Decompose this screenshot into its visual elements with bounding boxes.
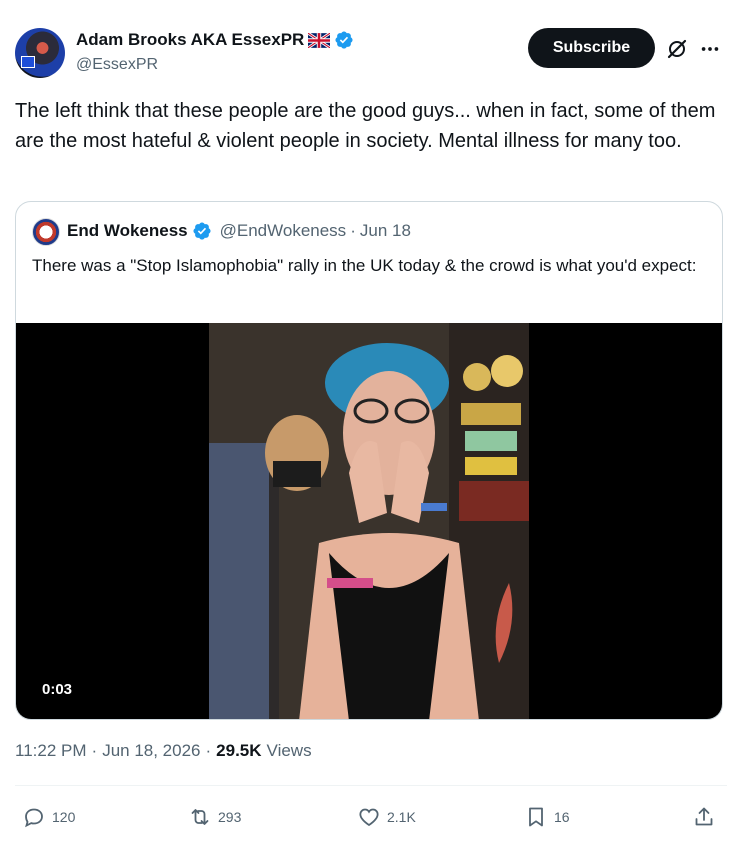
- author-name-row: Adam Brooks AKA EssexPR: [76, 30, 354, 50]
- tweet-meta: 11:22 PM · Jun 18, 2026 · 29.5K Views: [15, 741, 312, 761]
- author-avatar[interactable]: [15, 28, 65, 78]
- bookmark-button[interactable]: 16: [524, 800, 570, 834]
- views-count: 29.5K: [216, 741, 262, 760]
- like-button[interactable]: 2.1K: [357, 800, 416, 834]
- video-duration: 0:03: [32, 677, 83, 703]
- grok-icon[interactable]: [665, 37, 689, 61]
- quote-separator: ·: [350, 221, 356, 240]
- reply-count: 120: [52, 809, 76, 825]
- quote-display-name[interactable]: End Wokeness: [67, 221, 188, 241]
- author-handle[interactable]: @EssexPR: [76, 56, 158, 74]
- tweet-date[interactable]: Jun 18, 2026: [102, 741, 200, 761]
- reply-icon: [25, 808, 43, 828]
- uk-flag-icon: [308, 32, 331, 48]
- like-count: 2.1K: [387, 809, 416, 825]
- verified-badge-icon: [335, 31, 353, 49]
- quote-handle[interactable]: @EndWokeness: [220, 221, 347, 241]
- repost-icon: [191, 809, 209, 825]
- meta-separator: ·: [91, 741, 98, 760]
- quote-text: There was a "Stop Islamophobia" rally in…: [32, 256, 697, 275]
- author-display-name[interactable]: Adam Brooks AKA EssexPR: [76, 30, 304, 50]
- verified-badge-icon: [193, 222, 211, 240]
- avatar-badge: [21, 56, 35, 68]
- repost-count: 293: [218, 809, 242, 825]
- tweet-time[interactable]: 11:22 PM: [15, 741, 87, 761]
- tweet-text: The left think that these people are the…: [15, 100, 716, 152]
- subscribe-button[interactable]: Subscribe: [528, 28, 655, 68]
- repost-button[interactable]: 293: [188, 800, 241, 834]
- quote-header: End Wokeness @EndWokeness · Jun 18: [67, 221, 411, 241]
- divider: [15, 785, 727, 786]
- share-button[interactable]: [692, 800, 716, 834]
- views-label: Views: [266, 741, 312, 760]
- bookmark-count: 16: [554, 809, 570, 825]
- reply-button[interactable]: 120: [22, 800, 75, 834]
- heart-icon: [359, 808, 379, 827]
- video-still-image: [209, 323, 529, 719]
- quoted-tweet[interactable]: End Wokeness @EndWokeness · Jun 18 There…: [15, 201, 723, 720]
- quote-date[interactable]: Jun 18: [360, 221, 411, 241]
- quote-avatar[interactable]: [32, 218, 60, 246]
- meta-separator: ·: [205, 741, 212, 760]
- action-bar: 120 293 2.1K 16: [0, 800, 744, 834]
- bookmark-icon: [529, 807, 543, 827]
- video-frame: [209, 323, 529, 719]
- video-player[interactable]: 0:03: [16, 323, 722, 719]
- share-icon: [695, 807, 713, 826]
- more-icon[interactable]: [699, 38, 721, 60]
